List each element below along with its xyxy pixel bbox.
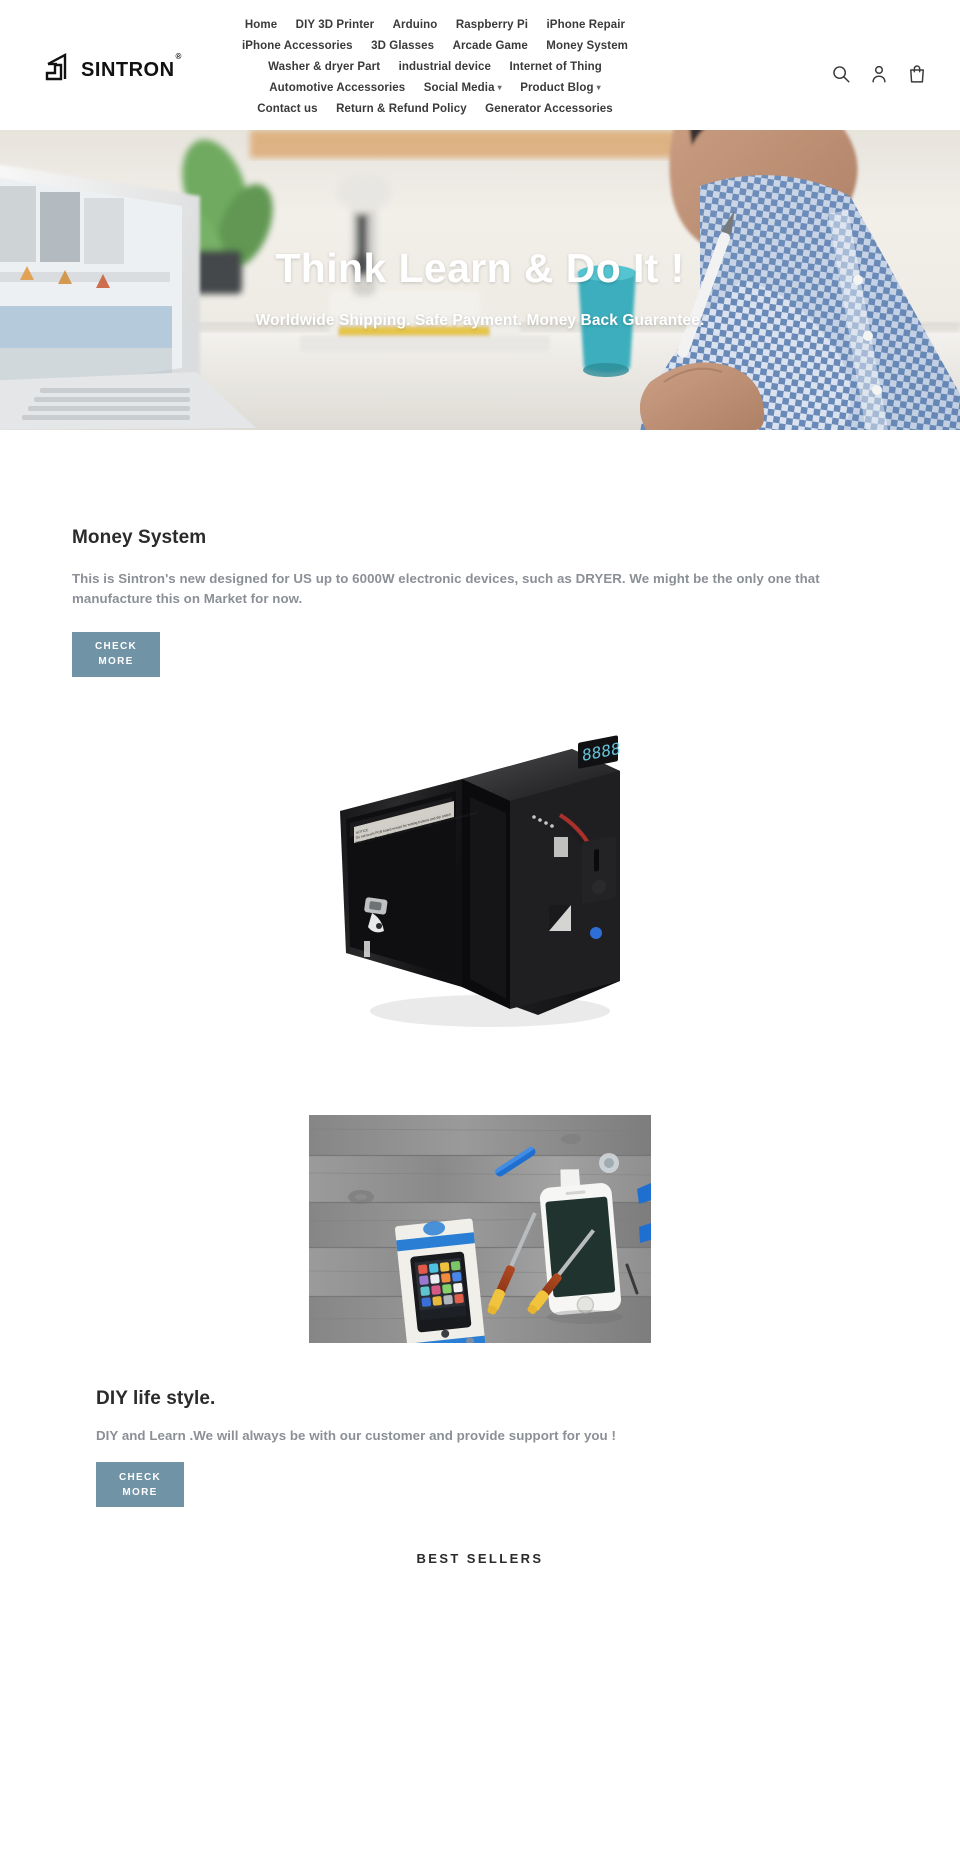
money-system-description: This is Sintron's new designed for US up…	[72, 570, 820, 607]
account-icon[interactable]	[868, 63, 890, 85]
cart-icon[interactable]	[906, 63, 928, 85]
nav-item-product-blog[interactable]: Product Blog ▾	[513, 79, 608, 98]
nav-row-4: Automotive Accessories Social Media ▾ Pro…	[190, 77, 680, 98]
money-system-check-more-button[interactable]: CHECK MORE	[72, 631, 160, 677]
logo-wordmark: SINTRON®	[81, 52, 182, 81]
iphone-repair-tools-illustration	[309, 1114, 651, 1343]
logo-link[interactable]: SINTRON®	[45, 51, 181, 81]
chevron-down-icon: ▾	[497, 83, 502, 92]
diy-image-wrap	[0, 1114, 960, 1343]
chevron-down-icon: ▾	[596, 83, 601, 92]
sintron-logo-icon	[45, 53, 67, 81]
nav-item-return-refund-policy[interactable]: Return & Refund Policy	[329, 100, 474, 119]
money-system-title: Money System	[72, 527, 207, 548]
logo[interactable]: SINTRON®	[38, 12, 188, 120]
nav-item-arcade-game[interactable]: Arcade Game	[446, 37, 535, 56]
hero-banner: Think Learn & Do It ! Worldwide Shipping…	[0, 130, 960, 430]
button-line-1: CHECK	[118, 1471, 162, 1483]
nav-row-3: Washer & dryer Part industrial device In…	[190, 56, 680, 77]
nav-item-raspberry-pi[interactable]: Raspberry Pi	[449, 16, 535, 35]
nav-item-generator-accessories[interactable]: Generator Accessories	[478, 100, 620, 119]
nav-item-3d-glasses[interactable]: 3D Glasses	[364, 37, 441, 56]
feature-section-diy-life-style: DIY life style. DIY and Learn .We will a…	[0, 1058, 960, 1508]
nav-item-iphone-repair[interactable]: iPhone Repair	[540, 16, 633, 35]
header-icon-group	[830, 63, 928, 85]
nav-item-washer-dryer-part[interactable]: Washer & dryer Part	[261, 58, 387, 77]
coin-box-illustration: 8888 NOTICE Do not touch PCB board excep…	[310, 718, 650, 1059]
registered-mark: ®	[175, 52, 182, 62]
button-line-1: CHECK	[94, 641, 138, 653]
nav-item-money-system[interactable]: Money System	[539, 37, 635, 56]
nav-item-diy-3d-printer[interactable]: DIY 3D Printer	[289, 16, 382, 35]
diy-life-style-text: DIY life style. DIY and Learn .We will a…	[0, 1387, 960, 1508]
nav-row-5: Contact us Return & Refund Policy Genera…	[190, 98, 680, 119]
site-header: SINTRON® Home DIY 3D Printer Arduino Ras…	[0, 0, 960, 130]
main-navigation[interactable]: Home DIY 3D Printer Arduino Raspberry Pi…	[190, 14, 680, 119]
search-icon[interactable]	[830, 63, 852, 85]
nav-item-home[interactable]: Home	[238, 16, 284, 35]
money-system-image-wrap: 8888 NOTICE Do not touch PCB board excep…	[0, 718, 960, 1059]
diy-life-style-title: DIY life style.	[96, 1387, 216, 1409]
diy-life-style-description: DIY and Learn .We will always be with ou…	[96, 1427, 616, 1443]
page-root: SINTRON® Home DIY 3D Printer Arduino Ras…	[0, 0, 960, 1606]
money-system-product-image[interactable]: 8888 NOTICE Do not touch PCB board excep…	[310, 718, 650, 1059]
button-line-2: MORE	[122, 1486, 158, 1498]
hero-subtitle: Worldwide Shipping. Safe Payment. Money …	[255, 311, 705, 329]
hero-content: Think Learn & Do It ! Worldwide Shipping…	[0, 130, 960, 430]
nav-item-social-media[interactable]: Social Media ▾	[417, 79, 509, 98]
best-sellers-section: BEST SELLERS	[0, 1507, 960, 1606]
nav-item-automotive-accessories[interactable]: Automotive Accessories	[262, 79, 412, 98]
hero-title: Think Learn & Do It !	[275, 245, 685, 292]
nav-item-industrial-device[interactable]: industrial device	[392, 58, 498, 77]
nav-row-2: iPhone Accessories 3D Glasses Arcade Gam…	[190, 35, 680, 56]
nav-item-internet-of-thing[interactable]: Internet of Thing	[503, 58, 609, 77]
feature-section-money-system: Money System This is Sintron's new desig…	[0, 430, 960, 1059]
nav-row-1: Home DIY 3D Printer Arduino Raspberry Pi…	[190, 14, 680, 35]
best-sellers-title: BEST SELLERS	[416, 1551, 544, 1567]
money-system-text: Money System This is Sintron's new desig…	[0, 526, 960, 677]
diy-check-more-button[interactable]: CHECK MORE	[96, 1462, 184, 1508]
nav-item-iphone-accessories[interactable]: iPhone Accessories	[235, 37, 360, 56]
nav-item-arduino[interactable]: Arduino	[386, 16, 445, 35]
nav-item-contact-us[interactable]: Contact us	[250, 100, 324, 119]
diy-product-image[interactable]	[309, 1114, 651, 1343]
button-line-2: MORE	[98, 656, 134, 668]
